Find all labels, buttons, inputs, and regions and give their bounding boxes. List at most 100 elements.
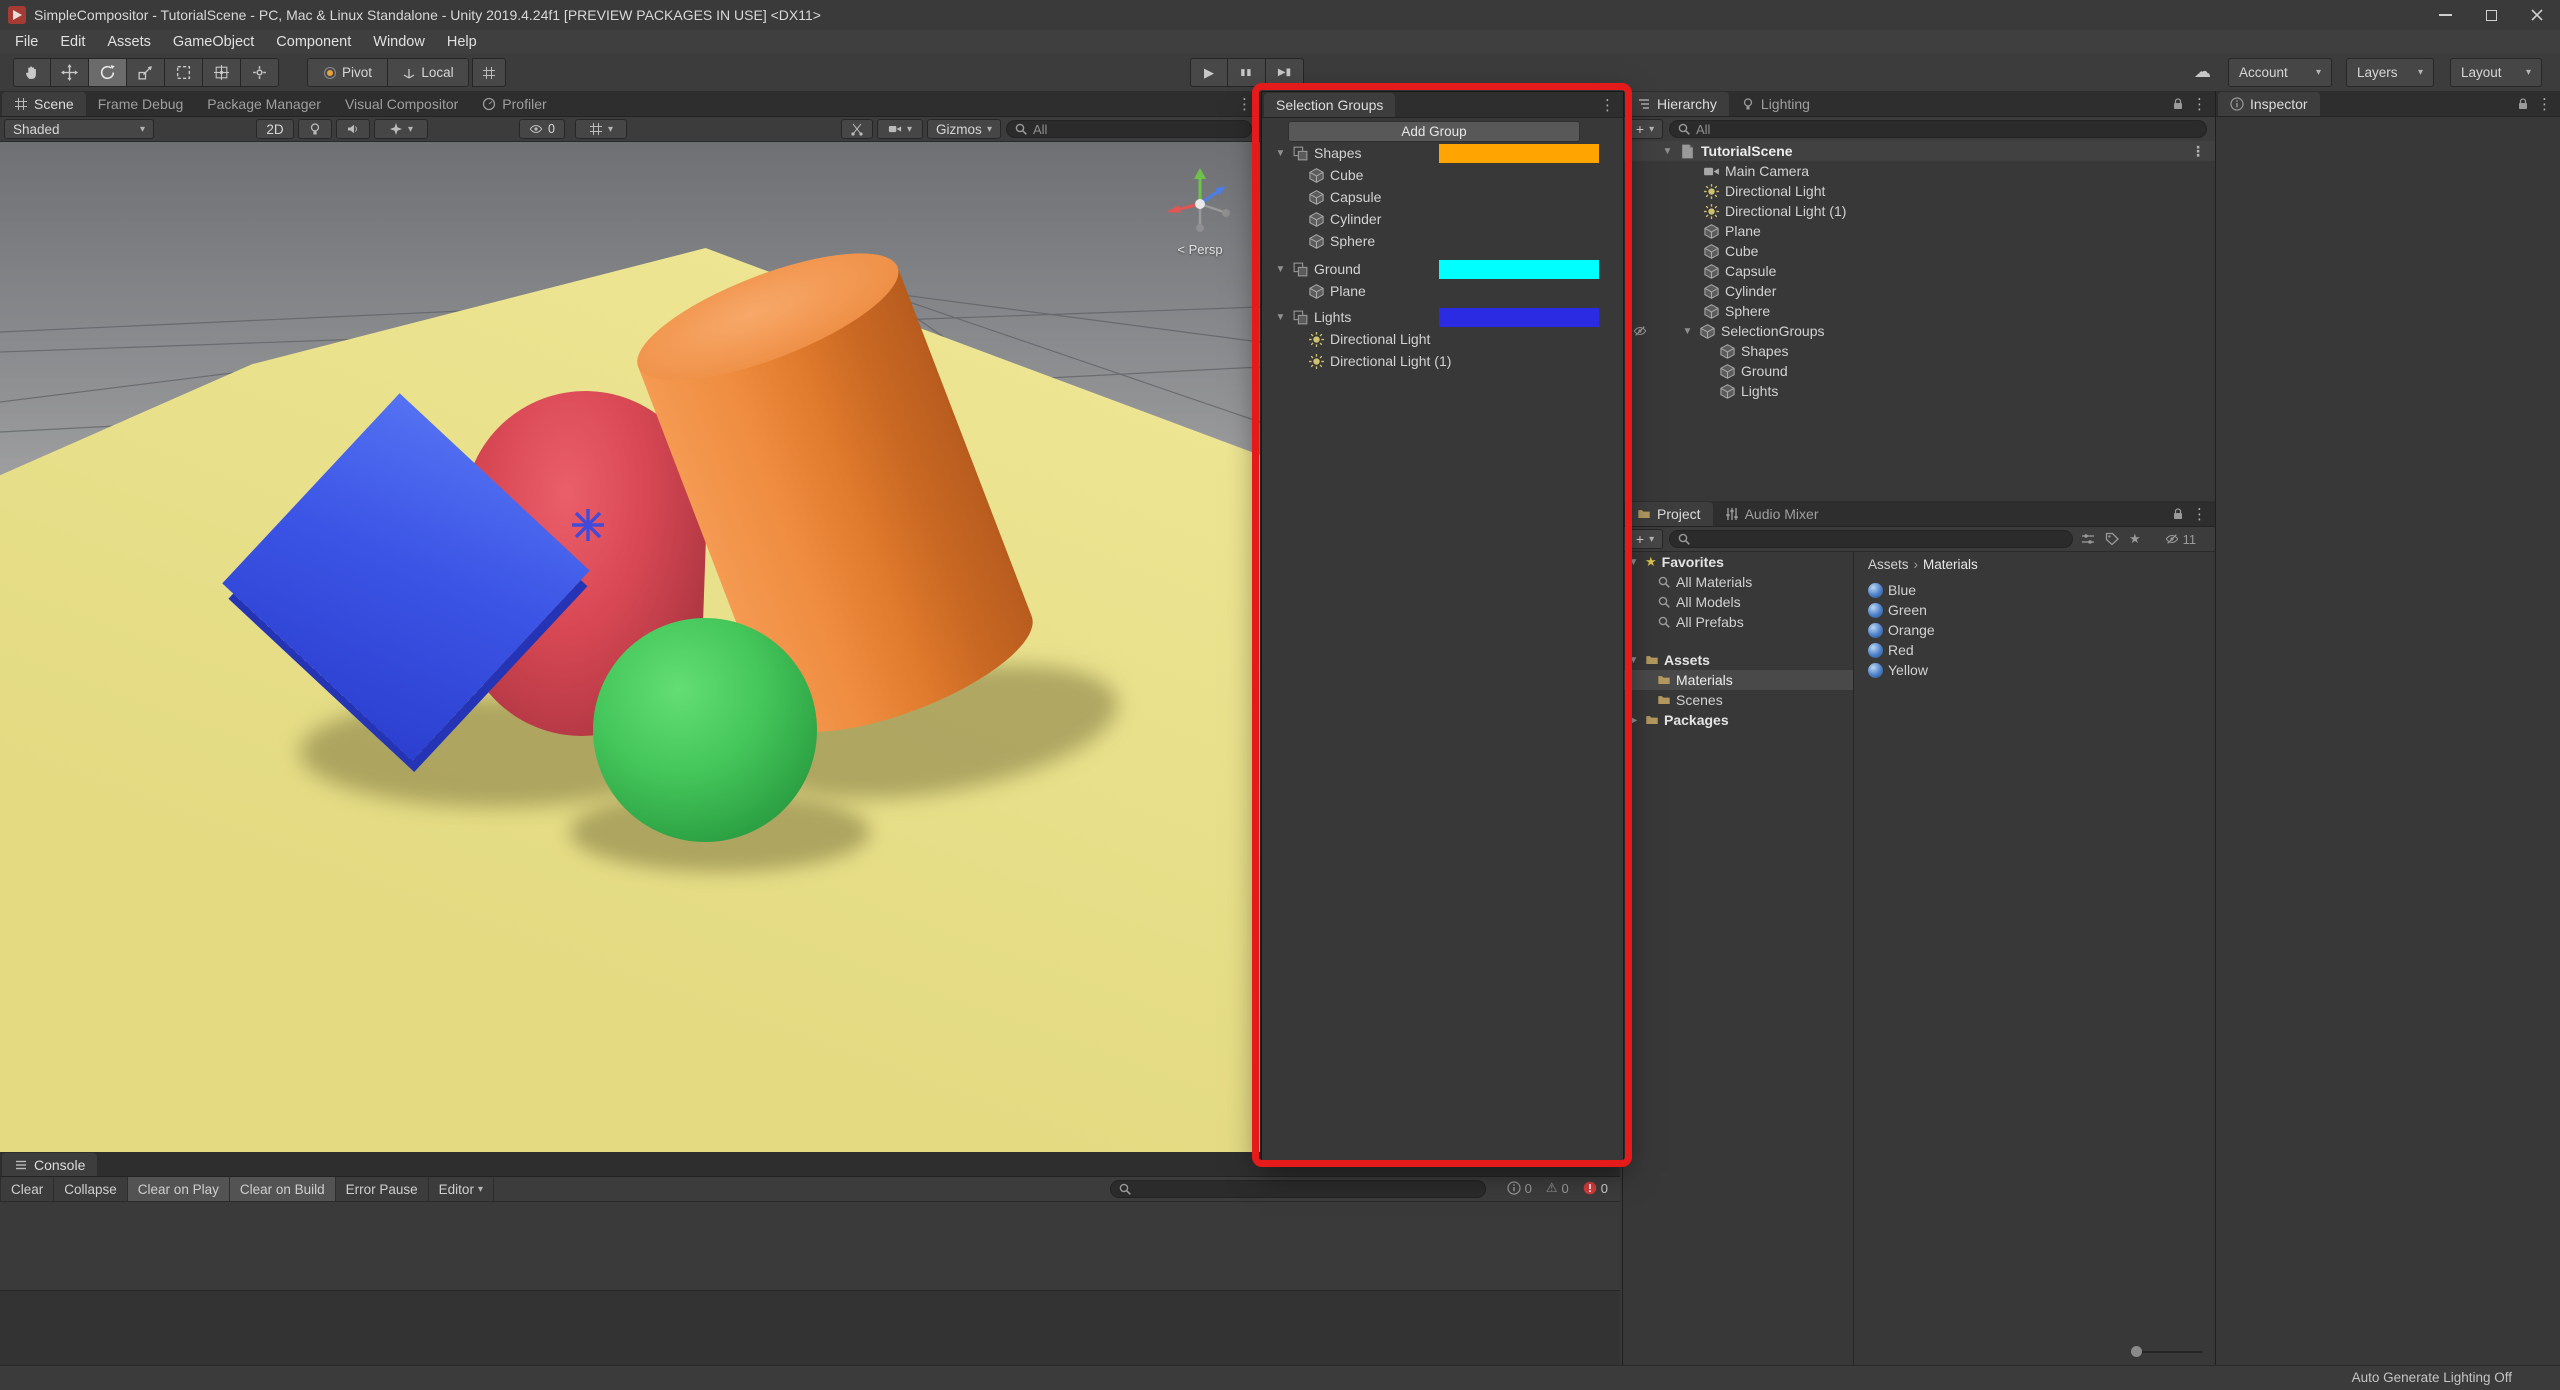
breadcrumb-materials[interactable]: Materials	[1923, 557, 1978, 572]
group-color-swatch[interactable]	[1439, 308, 1599, 327]
hierarchy-scene-row[interactable]: ▼ TutorialScene ⋮	[1623, 141, 2215, 161]
menu-edit[interactable]: Edit	[49, 34, 96, 50]
foldout-icon[interactable]: ▼	[1681, 326, 1694, 337]
tab-hierarchy[interactable]: Hierarchy	[1625, 92, 1729, 116]
packages-folder-header[interactable]: ▶ Packages	[1623, 710, 1853, 730]
menu-assets[interactable]: Assets	[96, 34, 162, 50]
hierarchy-item-cube[interactable]: Cube	[1623, 241, 2215, 261]
group-member-capsule[interactable]: Capsule	[1262, 187, 1623, 207]
asset-material-orange[interactable]: Orange	[1854, 620, 2215, 640]
custom-tool-button[interactable]	[241, 58, 279, 87]
sphere-object[interactable]	[593, 618, 817, 842]
hierarchy-item-lights[interactable]: Lights	[1623, 381, 2215, 401]
scale-tool-button[interactable]	[127, 58, 165, 87]
favorites-all-prefabs[interactable]: All Prefabs	[1623, 612, 1853, 632]
tab-inspector[interactable]: Inspector	[2218, 92, 2320, 116]
foldout-icon[interactable]: ▼	[1274, 264, 1287, 275]
2d-toggle[interactable]: 2D	[256, 119, 294, 139]
console-warning-toggle[interactable]: ⚠ 0	[1546, 1180, 1569, 1196]
tab-console[interactable]: Console	[2, 1153, 98, 1176]
step-button[interactable]: ▶▮	[1266, 58, 1304, 87]
lock-icon[interactable]	[2171, 97, 2185, 111]
favorites-all-materials[interactable]: All Materials	[1623, 572, 1853, 592]
tab-audio-mixer[interactable]: Audio Mixer	[1713, 502, 1831, 526]
hierarchy-item-main-camera[interactable]: Main Camera	[1623, 161, 2215, 181]
menu-gameobject[interactable]: GameObject	[162, 34, 265, 50]
auto-generate-lighting-button[interactable]: Auto Generate Lighting Off	[2352, 1370, 2512, 1385]
foldout-icon[interactable]: ▼	[1627, 557, 1640, 568]
console-clear-on-build-toggle[interactable]: Clear on Build	[229, 1177, 336, 1201]
hidden-packages-toggle[interactable]: 11	[2165, 532, 2196, 547]
hierarchy-item-plane[interactable]: Plane	[1623, 221, 2215, 241]
asset-material-green[interactable]: Green	[1854, 600, 2215, 620]
create-object-dropdown[interactable]: + ▾	[1627, 119, 1663, 139]
foldout-icon[interactable]: ▼	[1661, 146, 1674, 157]
create-asset-dropdown[interactable]: + ▾	[1627, 529, 1663, 549]
gizmos-dropdown[interactable]: Gizmos ▾	[927, 119, 1001, 139]
pivot-toggle[interactable]: Pivot	[307, 58, 388, 87]
group-member-cube[interactable]: Cube	[1262, 165, 1623, 185]
rotate-tool-button[interactable]	[89, 58, 127, 87]
scene-viewport[interactable]: < Persp	[0, 142, 1260, 1152]
console-error-toggle[interactable]: 0	[1583, 1181, 1608, 1196]
tab-project[interactable]: Project	[1625, 502, 1713, 526]
asset-material-blue[interactable]: Blue	[1854, 580, 2215, 600]
menu-help[interactable]: Help	[436, 34, 488, 50]
panel-menu-icon[interactable]: ⋮	[1237, 95, 1252, 113]
shading-mode-dropdown[interactable]: Shaded ▾	[4, 119, 154, 139]
asset-material-yellow[interactable]: Yellow	[1854, 660, 2215, 680]
breadcrumb-assets[interactable]: Assets	[1868, 557, 1909, 572]
tab-scene[interactable]: Scene	[2, 92, 86, 116]
tab-frame-debug[interactable]: Frame Debug	[86, 92, 196, 116]
scene-effects-dropdown[interactable]: ▾	[374, 119, 428, 139]
minimize-button[interactable]	[2422, 0, 2468, 30]
tab-selection-groups[interactable]: Selection Groups	[1264, 93, 1396, 117]
console-search-input[interactable]	[1110, 1180, 1486, 1198]
menu-component[interactable]: Component	[265, 34, 362, 50]
scene-search-input[interactable]: All	[1006, 120, 1252, 138]
hierarchy-item-ground[interactable]: Ground	[1623, 361, 2215, 381]
console-clear-button[interactable]: Clear	[0, 1177, 55, 1201]
tab-package-manager[interactable]: Package Manager	[195, 92, 333, 116]
persp-label[interactable]: < Persp	[1158, 242, 1242, 257]
play-button[interactable]: ▶	[1190, 58, 1228, 87]
lock-icon[interactable]	[2171, 507, 2185, 521]
account-dropdown[interactable]: Account ▾	[2228, 58, 2332, 87]
menu-file[interactable]: File	[4, 34, 49, 50]
group-member-directional-light[interactable]: Directional Light	[1262, 329, 1623, 349]
eye-off-icon[interactable]	[1633, 324, 1647, 338]
lock-icon[interactable]	[2516, 97, 2530, 111]
console-error-pause-toggle[interactable]: Error Pause	[336, 1177, 429, 1201]
tab-lighting[interactable]: Lighting	[1729, 92, 1822, 116]
console-log-list[interactable]	[0, 1202, 1620, 1290]
console-clear-on-play-toggle[interactable]: Clear on Play	[127, 1177, 230, 1201]
panel-menu-icon[interactable]: ⋮	[1600, 96, 1615, 114]
foldout-icon[interactable]: ▼	[1274, 148, 1287, 159]
console-collapse-toggle[interactable]: Collapse	[54, 1177, 128, 1201]
favorites-all-models[interactable]: All Models	[1623, 592, 1853, 612]
grid-snapping-button[interactable]	[472, 58, 506, 87]
layers-dropdown[interactable]: Layers ▾	[2346, 58, 2434, 87]
scene-options-icon[interactable]: ⋮	[2191, 143, 2205, 160]
console-info-toggle[interactable]: 0	[1507, 1181, 1532, 1196]
scene-grid-dropdown[interactable]: ▾	[575, 119, 627, 139]
layout-dropdown[interactable]: Layout ▾	[2450, 58, 2542, 87]
group-member-cylinder[interactable]: Cylinder	[1262, 209, 1623, 229]
scene-visibility-toggle[interactable]: 0	[519, 119, 565, 139]
project-search-input[interactable]	[1669, 530, 2073, 548]
tab-profiler[interactable]: Profiler	[470, 92, 558, 116]
hierarchy-item-shapes[interactable]: Shapes	[1623, 341, 2215, 361]
foldout-icon[interactable]: ▶	[1627, 715, 1640, 726]
folder-materials[interactable]: Materials	[1623, 670, 1853, 690]
asset-material-red[interactable]: Red	[1854, 640, 2215, 660]
folder-scenes[interactable]: Scenes	[1623, 690, 1853, 710]
scene-audio-toggle[interactable]	[336, 119, 370, 139]
group-member-plane[interactable]: Plane	[1262, 281, 1623, 301]
scene-camera-dropdown[interactable]: ▾	[877, 119, 923, 139]
hierarchy-item-selectiongroups[interactable]: ▼ SelectionGroups	[1623, 321, 2215, 341]
transform-tool-button[interactable]	[203, 58, 241, 87]
panel-menu-icon[interactable]: ⋮	[2192, 505, 2207, 523]
panel-menu-icon[interactable]: ⋮	[2537, 95, 2552, 113]
thumbnail-zoom-slider[interactable]	[2131, 1346, 2203, 1358]
scene-lighting-toggle[interactable]	[298, 119, 332, 139]
